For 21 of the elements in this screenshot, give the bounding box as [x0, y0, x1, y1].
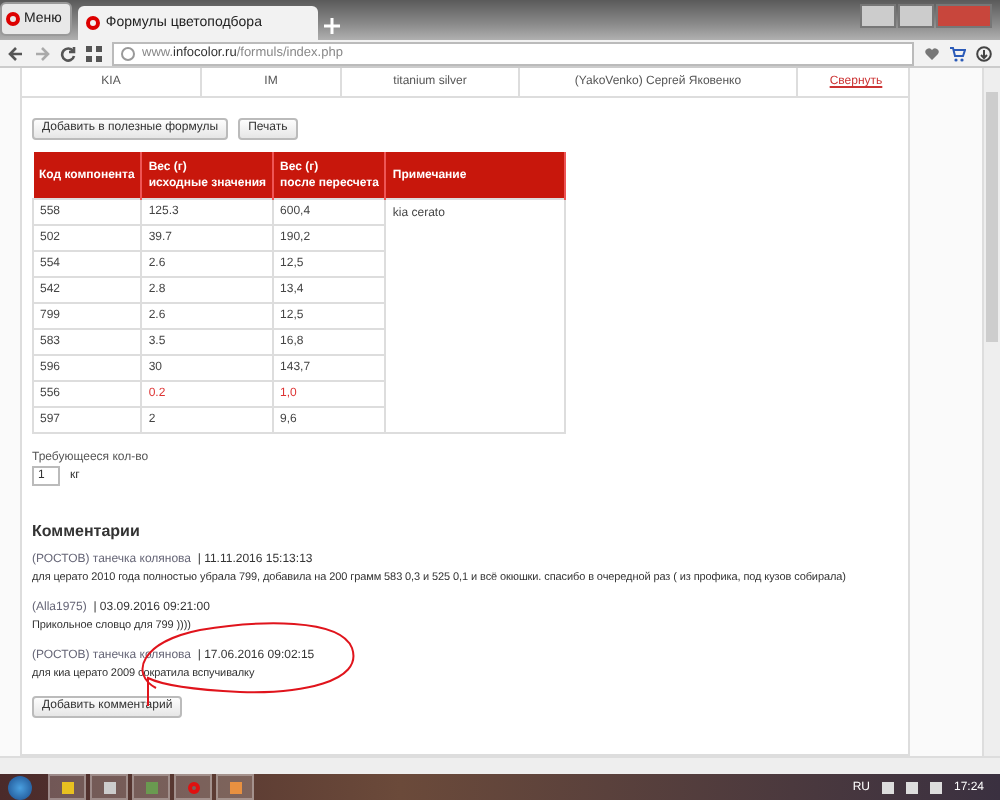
- forward-icon[interactable]: [34, 45, 50, 61]
- minimize-button[interactable]: [860, 4, 896, 28]
- horizontal-scrollbar[interactable]: [0, 756, 1000, 774]
- taskbar-app-icon[interactable]: [216, 774, 254, 800]
- taskbar-app-icon[interactable]: [48, 774, 86, 800]
- download-icon[interactable]: [976, 45, 992, 61]
- heart-icon[interactable]: [924, 45, 940, 61]
- start-button[interactable]: [8, 775, 32, 799]
- comments-heading: Комментарии: [32, 522, 142, 540]
- taskbar-app-icon[interactable]: [132, 774, 170, 800]
- maximize-button[interactable]: [898, 4, 934, 28]
- new-tab-icon[interactable]: [323, 18, 340, 34]
- reload-icon[interactable]: [60, 45, 76, 61]
- vertical-scrollbar[interactable]: [982, 68, 1000, 756]
- taskbar-app-icon[interactable]: [174, 774, 212, 800]
- taskbar-app-icon[interactable]: [90, 774, 128, 800]
- back-icon[interactable]: [8, 45, 24, 61]
- grid-icon[interactable]: [86, 45, 102, 61]
- opera-logo-icon: [6, 12, 20, 26]
- globe-icon: [120, 45, 136, 61]
- cart-icon[interactable]: [950, 45, 966, 61]
